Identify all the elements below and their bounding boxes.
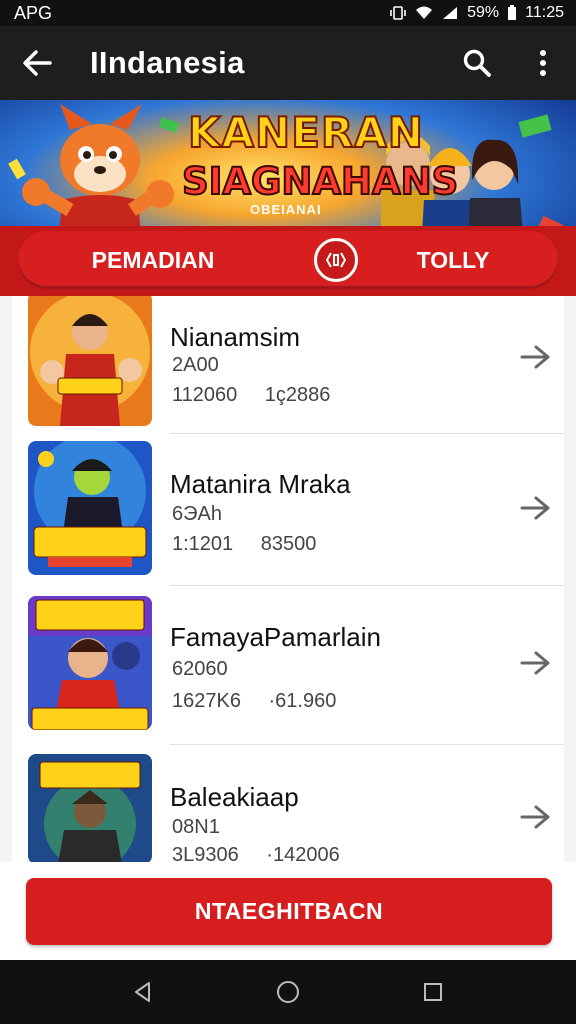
list-item[interactable]: Nianamsim 2A00 112060 1ç2886 — [12, 296, 564, 446]
divider — [170, 744, 564, 745]
page-title: IIndanesia — [90, 45, 245, 80]
game-thumbnail — [28, 754, 152, 862]
footer: NTAEGHITBACN — [0, 862, 576, 960]
square-recents-icon — [424, 983, 443, 1001]
game-stats: 1627K6 ·61.960 — [172, 690, 337, 712]
arrow-left-icon — [23, 50, 52, 76]
banner-title-secondary: SIAGNAHANS — [181, 159, 459, 204]
game-list[interactable]: Nianamsim 2A00 112060 1ç2886 Matanira Mr… — [0, 296, 576, 862]
list-panel: Nianamsim 2A00 112060 1ç2886 Matanira Mr… — [12, 296, 564, 862]
list-item[interactable]: Matanira Mraka 6ЭAh 1:1201 83500 — [12, 441, 564, 591]
arrow-right-icon — [520, 345, 550, 369]
game-meta: 08N1 — [172, 816, 220, 838]
nav-back-button[interactable] — [119, 968, 167, 1016]
banner-subtitle: OBEIANAI — [250, 202, 322, 217]
status-bar: APG 59% 11:25 — [0, 0, 576, 26]
battery-icon — [508, 5, 517, 20]
game-meta: 62060 — [172, 658, 228, 680]
app-bar: IIndanesia — [0, 26, 576, 100]
nav-home-button[interactable] — [264, 968, 312, 1016]
back-button[interactable] — [0, 26, 74, 100]
battery-percent: 59% — [467, 4, 500, 21]
list-item[interactable]: Baleakiaap 08N1 3L9306 ·142006 — [12, 754, 564, 862]
game-title: Baleakiaap — [170, 782, 299, 812]
game-thumbnail — [28, 441, 152, 575]
tab-container: PEMADIAN TOLLY — [18, 231, 558, 289]
circle-home-icon — [276, 981, 299, 1003]
game-stats: 112060 1ç2886 — [172, 384, 331, 406]
game-meta: 2A00 — [172, 354, 219, 376]
tab-pemadian[interactable]: PEMADIAN — [18, 231, 288, 289]
swap-icon — [325, 252, 347, 268]
signal-icon — [443, 7, 458, 19]
wifi-icon — [416, 6, 433, 19]
search-icon — [463, 49, 491, 77]
arrow-right-icon — [520, 496, 550, 520]
arrow-right-icon — [520, 805, 550, 829]
game-stats: 1:1201 83500 — [172, 533, 317, 555]
nav-recents-button[interactable] — [409, 968, 457, 1016]
arrow-right-icon — [520, 651, 550, 675]
clock: 11:25 — [525, 4, 564, 21]
tab-bar: PEMADIAN TOLLY — [0, 226, 576, 296]
game-title: Matanira Mraka — [170, 469, 351, 499]
search-button[interactable] — [444, 26, 510, 100]
game-thumbnail — [28, 596, 152, 730]
carrier-label: APG — [14, 2, 53, 23]
vibrate-icon — [390, 6, 406, 20]
game-thumbnail — [28, 296, 152, 426]
game-stats: 3L9306 ·142006 — [172, 844, 340, 862]
divider — [170, 433, 564, 434]
banner-title: KANERAN — [187, 107, 424, 158]
status-icons: 59% 11:25 — [389, 4, 564, 22]
more-vertical-icon — [540, 50, 546, 76]
game-title: Nianamsim — [170, 322, 301, 352]
list-item[interactable]: FamayaPamarlain 62060 1627K6 ·61.960 — [12, 596, 564, 746]
tab-tolly[interactable]: TOLLY — [348, 231, 558, 289]
primary-action-button[interactable]: NTAEGHITBACN — [26, 878, 552, 945]
triangle-back-icon — [134, 982, 150, 1002]
more-options-button[interactable] — [510, 26, 576, 100]
divider — [170, 585, 564, 586]
game-title: FamayaPamarlain — [170, 622, 381, 652]
game-meta: 6ЭAh — [172, 503, 222, 525]
system-nav-bar — [0, 960, 576, 1024]
